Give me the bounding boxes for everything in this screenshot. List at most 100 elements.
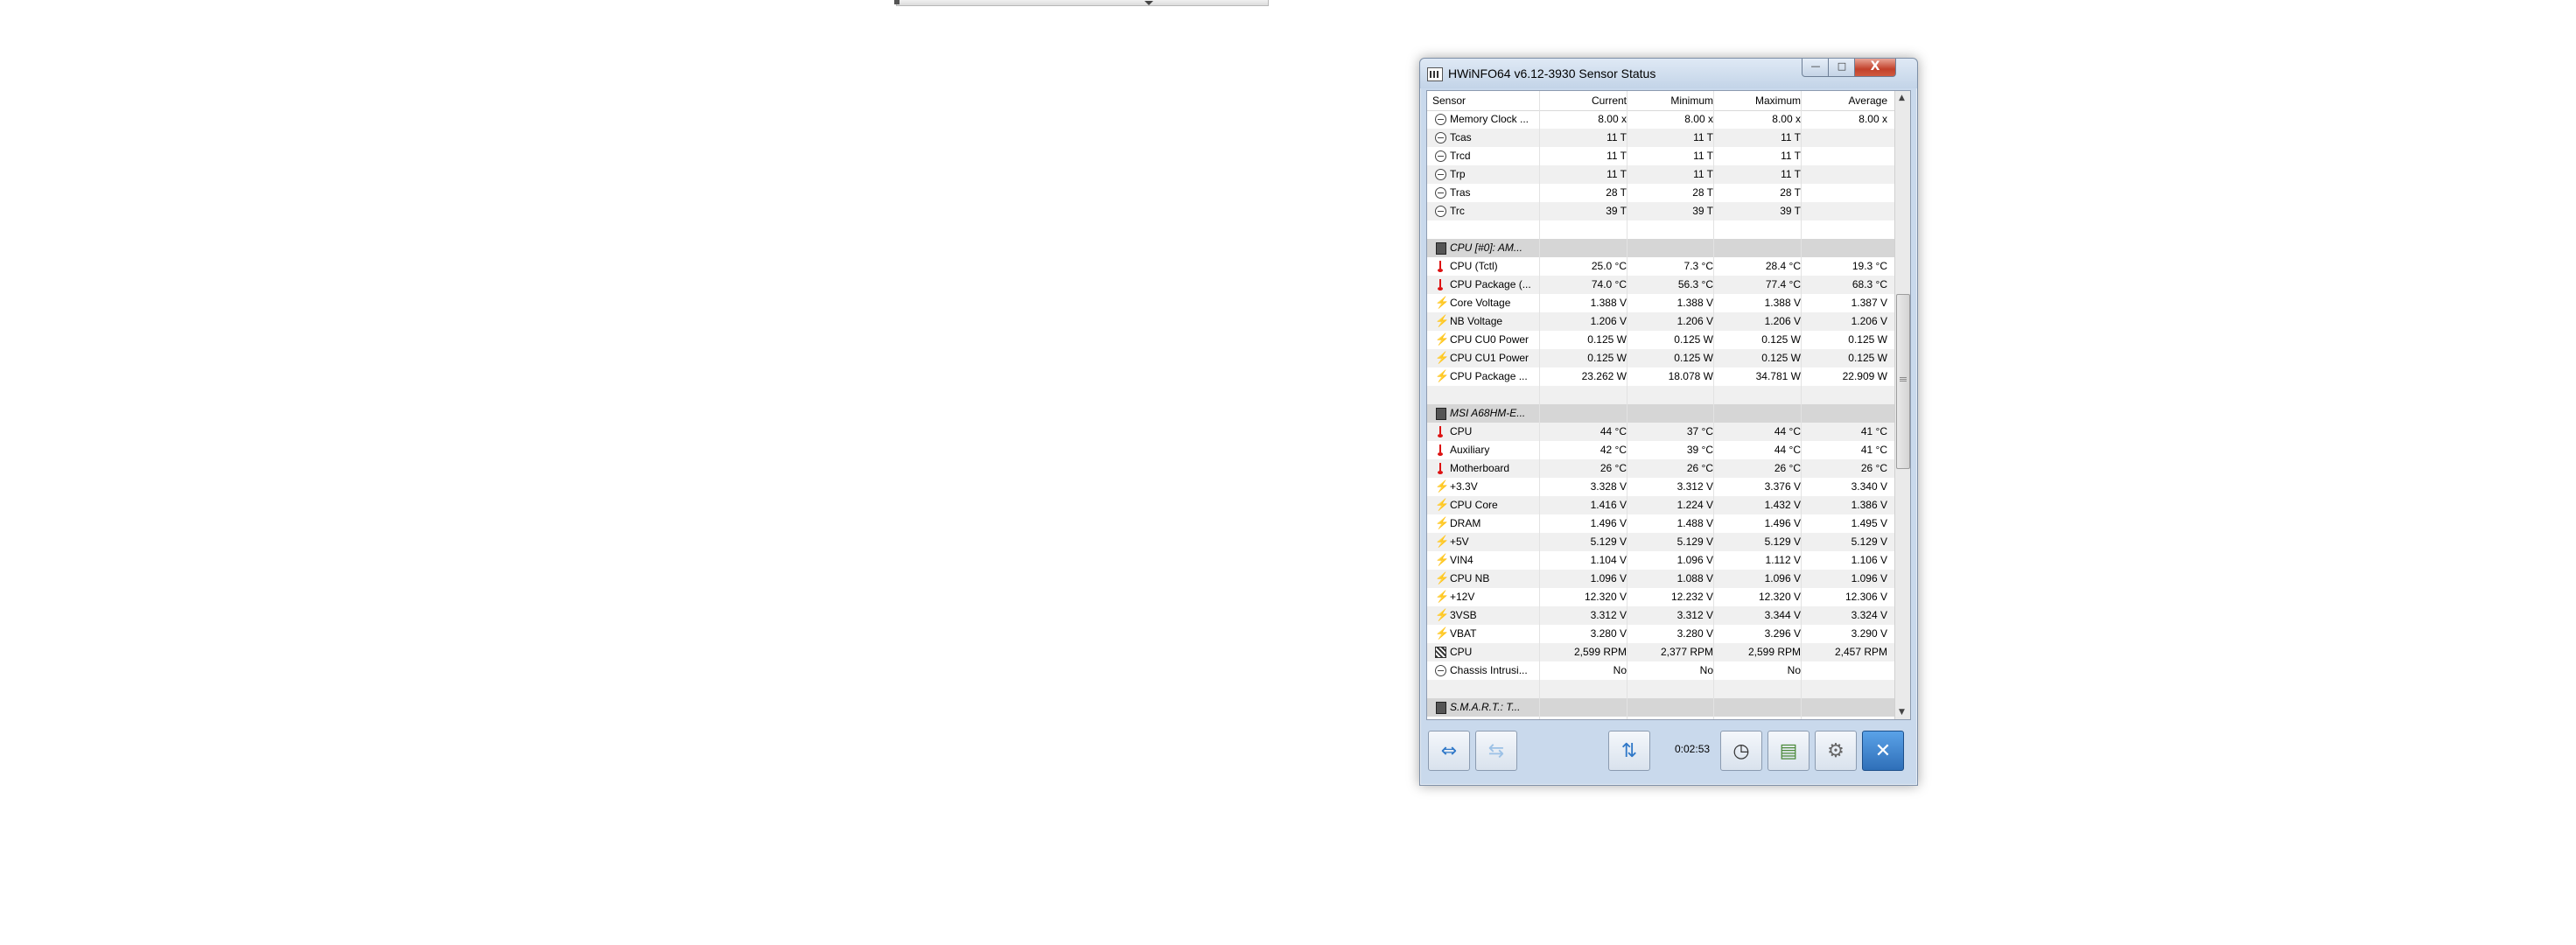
table-row[interactable]: CPU 44 °C 37 °C 44 °C 41 °C [1427, 423, 1894, 441]
sensor-name: +12V [1450, 591, 1475, 603]
scroll-up-arrow[interactable]: ▲ [1899, 94, 1905, 102]
average-value: 22.909 W [1842, 370, 1887, 382]
sensor-name: CPU (Tctl) [1450, 260, 1498, 272]
column-header-sensor[interactable]: Sensor [1432, 94, 1466, 107]
minimize-button[interactable]: — [1802, 59, 1830, 77]
maximum-value: 28 T [1780, 186, 1801, 199]
column-header-minimum[interactable]: Minimum [1670, 94, 1713, 107]
maximum-value: 11 T [1781, 131, 1801, 144]
table-row[interactable]: Motherboard 26 °C 26 °C 26 °C 26 °C [1427, 459, 1894, 478]
table-row[interactable]: ⚡ CPU NB 1.096 V 1.088 V 1.096 V 1.096 V [1427, 570, 1894, 588]
table-row[interactable]: ⚡ CPU Package ... 23.262 W 18.078 W 34.781 W… [1427, 368, 1894, 386]
sensor-name: Motherboard [1450, 462, 1510, 474]
maximize-button[interactable]: □ [1828, 59, 1856, 77]
chip-icon [1436, 702, 1446, 714]
minus-circle-icon [1435, 132, 1446, 144]
sensor-group-row[interactable]: CPU [#0]: AM... [1427, 239, 1894, 257]
minimum-value: 39 °C [1686, 444, 1713, 456]
table-row[interactable]: ⚡ VBAT 3.280 V 3.280 V 3.296 V 3.290 V [1427, 625, 1894, 643]
gear-icon[interactable]: ⚙ [1815, 731, 1857, 771]
current-value: 1.416 V [1590, 499, 1627, 511]
table-row[interactable]: ⚡ DRAM 1.496 V 1.488 V 1.496 V 1.495 V [1427, 514, 1894, 533]
average-value: 1.096 V [1851, 572, 1887, 584]
table-row[interactable]: ⚡ 3VSB 3.312 V 3.312 V 3.344 V 3.324 V [1427, 606, 1894, 625]
close-icon[interactable]: ✕ [1862, 731, 1904, 771]
scroll-down-arrow[interactable]: ▼ [1899, 708, 1905, 717]
minus-circle-icon [1435, 665, 1446, 676]
maximum-value: 1.496 V [1764, 517, 1801, 529]
average-value: 5.129 V [1851, 536, 1887, 548]
scroll-thumb[interactable] [1896, 294, 1910, 469]
clock-icon[interactable]: ◷ [1720, 731, 1762, 771]
sensor-group-row[interactable]: MSI A68HM-E... [1427, 404, 1894, 423]
minimum-value: 5.129 V [1676, 536, 1713, 548]
table-row[interactable]: ⚡ +12V 12.320 V 12.232 V 12.320 V 12.306 V [1427, 588, 1894, 606]
title-bar[interactable]: HWiNFO64 v6.12-3930 Sensor Status — □ X [1420, 59, 1917, 88]
maximum-value: 1.206 V [1764, 315, 1801, 327]
table-row[interactable]: ⚡ +3.3V 3.328 V 3.312 V 3.376 V 3.340 V [1427, 478, 1894, 496]
table-row[interactable]: CPU (Tctl) 25.0 °C 7.3 °C 28.4 °C 19.3 °C [1427, 257, 1894, 276]
dropdown-arrow-icon[interactable] [1144, 1, 1153, 5]
double-arrow-icon[interactable]: ⇔ [1428, 731, 1470, 771]
sensor-name: 3VSB [1450, 609, 1477, 621]
current-value: No [1613, 664, 1627, 676]
sensor-status-window: HWiNFO64 v6.12-3930 Sensor Status — □ X … [1419, 58, 1918, 786]
table-row[interactable]: Trc 39 T 39 T 39 T [1427, 202, 1894, 220]
current-value: 25.0 °C [1591, 260, 1627, 272]
voltage-bolt-icon: ⚡ [1435, 535, 1450, 548]
table-row[interactable]: ⚡ CPU Core 1.416 V 1.224 V 1.432 V 1.386 V [1427, 496, 1894, 514]
table-row[interactable]: Memory Clock ... 8.00 x 8.00 x 8.00 x 8.00 x [1427, 110, 1894, 129]
thermometer-icon [1435, 463, 1446, 474]
report-icon[interactable]: ▤ [1768, 731, 1810, 771]
table-row[interactable]: ⚡ CPU CU0 Power 0.125 W 0.125 W 0.125 W 0.125… [1427, 331, 1894, 349]
close-window-button[interactable]: X [1854, 59, 1896, 77]
average-value: 1.386 V [1851, 499, 1887, 511]
average-value: 1.495 V [1851, 517, 1887, 529]
average-value: 26 °C [1860, 462, 1887, 474]
average-value: 12.306 V [1844, 591, 1887, 603]
sensor-name: CPU CU1 Power [1450, 352, 1530, 364]
table-row[interactable]: CPU Package (... 74.0 °C 56.3 °C 77.4 °C 68.… [1427, 276, 1894, 294]
table-row[interactable]: ⚡ CPU CU1 Power 0.125 W 0.125 W 0.125 W 0.125… [1427, 349, 1894, 368]
column-header-average[interactable]: Average [1849, 94, 1887, 107]
maximum-value: 1.112 V [1765, 554, 1801, 566]
current-value: 74.0 °C [1591, 278, 1627, 290]
table-row[interactable]: ⚡ Core Voltage 1.388 V 1.388 V 1.388 V 1.387 … [1427, 294, 1894, 312]
table-row[interactable]: Auxiliary 42 °C 39 °C 44 °C 41 °C [1427, 441, 1894, 459]
current-value: 1.388 V [1590, 297, 1627, 309]
column-header-current[interactable]: Current [1592, 94, 1627, 107]
table-row[interactable]: ⚡ NB Voltage 1.206 V 1.206 V 1.206 V 1.206 V [1427, 312, 1894, 331]
network-icon[interactable]: ⇅ [1608, 731, 1650, 771]
column-divider [1539, 91, 1540, 719]
table-row[interactable]: Chassis Intrusi... No No No [1427, 662, 1894, 680]
voltage-bolt-icon: ⚡ [1435, 626, 1450, 640]
table-row[interactable]: ⚡ +5V 5.129 V 5.129 V 5.129 V 5.129 V [1427, 533, 1894, 551]
table-row[interactable]: Tcas 11 T 11 T 11 T [1427, 129, 1894, 147]
average-value: 3.290 V [1851, 627, 1887, 640]
table-row[interactable]: CPU 2,599 RPM 2,377 RPM 2,599 RPM 2,457 RPM [1427, 643, 1894, 662]
sensor-name: Trc [1450, 205, 1465, 217]
table-row[interactable]: Trcd 11 T 11 T 11 T [1427, 147, 1894, 165]
maximum-value: 34.781 W [1755, 370, 1801, 382]
sensor-name: NB Voltage [1450, 315, 1503, 327]
sensor-name: Core Voltage [1450, 297, 1511, 309]
sensor-group-row[interactable]: S.M.A.R.T.: T... [1427, 698, 1894, 717]
current-value: 26 °C [1600, 462, 1627, 474]
average-value: 68.3 °C [1852, 278, 1887, 290]
table-row[interactable]: Tras 28 T 28 T 28 T [1427, 184, 1894, 202]
average-value: 1.387 V [1851, 297, 1887, 309]
thermometer-icon [1435, 279, 1446, 290]
collapse-arrows-icon[interactable]: ⇆ [1475, 731, 1517, 771]
maximum-value: 0.125 W [1761, 333, 1801, 346]
sensor-name: CPU CU0 Power [1450, 333, 1530, 346]
minus-circle-icon [1435, 169, 1446, 180]
table-row[interactable]: ⚡ VIN4 1.104 V 1.096 V 1.112 V 1.106 V [1427, 551, 1894, 570]
voltage-bolt-icon: ⚡ [1435, 314, 1450, 327]
voltage-bolt-icon: ⚡ [1435, 516, 1450, 529]
column-header-maximum[interactable]: Maximum [1755, 94, 1801, 107]
table-row[interactable]: Trp 11 T 11 T 11 T [1427, 165, 1894, 184]
minimum-value: 56.3 °C [1677, 278, 1713, 290]
average-value: 41 °C [1860, 444, 1887, 456]
vertical-scrollbar[interactable]: ▲ ▼ [1894, 91, 1910, 719]
column-divider [1713, 91, 1714, 719]
